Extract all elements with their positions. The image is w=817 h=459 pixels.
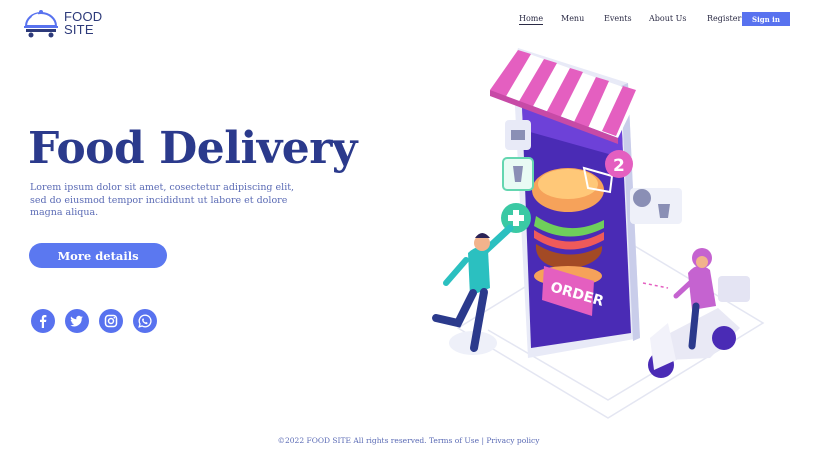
more-details-button[interactable]: More details xyxy=(29,243,167,268)
terms-of-use-link[interactable]: Terms of Use xyxy=(429,436,479,445)
brand-name: FOOD SITE xyxy=(64,10,102,36)
footer-copyright: ©2022 FOOD SITE All rights reserved. xyxy=(277,436,427,445)
nav-item-menu[interactable]: Menu xyxy=(561,14,584,23)
food-delivery-illustration: ORDER 2 xyxy=(432,48,765,419)
brand-line-2: SITE xyxy=(64,22,94,37)
privacy-policy-link[interactable]: Privacy policy xyxy=(486,436,539,445)
sign-in-button[interactable]: Sign in xyxy=(742,12,790,26)
hero-title: Food Delivery xyxy=(28,123,358,174)
social-links xyxy=(31,309,157,333)
cart-count-badge: 2 xyxy=(613,156,625,176)
footer: ©2022 FOOD SITE All rights reserved. Ter… xyxy=(0,436,817,445)
hero-description: Lorem ipsum dolor sit amet, cosectetur a… xyxy=(30,182,295,218)
twitter-icon[interactable] xyxy=(65,309,89,333)
instagram-icon[interactable] xyxy=(99,309,123,333)
nav-item-events[interactable]: Events xyxy=(604,14,632,23)
site-logo[interactable]: FOOD SITE xyxy=(22,8,102,38)
nav-item-about-us[interactable]: About Us xyxy=(649,14,686,23)
footer-separator: | xyxy=(481,436,484,445)
nav-item-home[interactable]: Home xyxy=(519,14,544,25)
cloche-cart-icon xyxy=(24,10,58,38)
register-link[interactable]: Register xyxy=(707,14,741,23)
facebook-icon[interactable] xyxy=(31,309,55,333)
whatsapp-icon[interactable] xyxy=(133,309,157,333)
delivery-scooter xyxy=(642,248,750,378)
